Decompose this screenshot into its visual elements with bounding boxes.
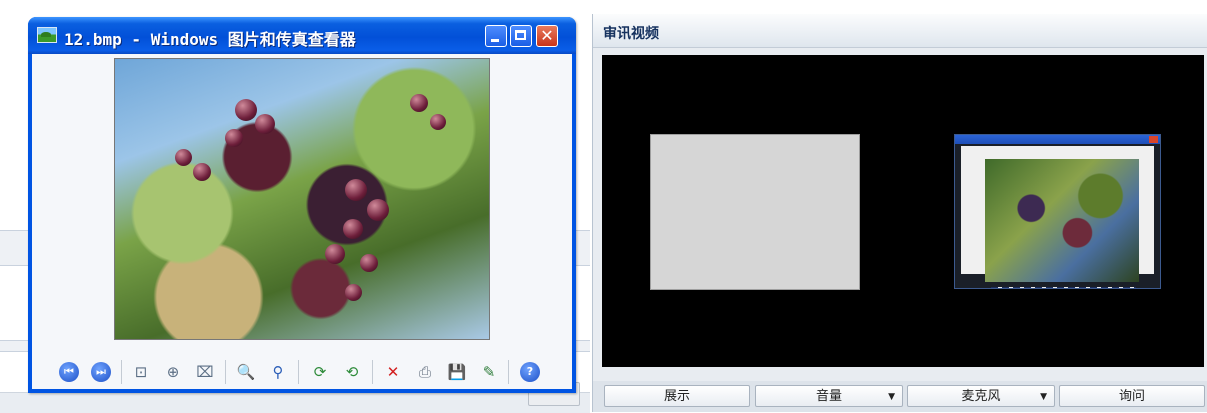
thumbnail-body [961, 146, 1154, 288]
question-button-label: 询问 [1118, 389, 1145, 404]
photo-detail [367, 199, 389, 221]
toolbar-separator [372, 360, 373, 384]
print-button[interactable]: ⎙ [415, 362, 435, 382]
display-button[interactable]: 展示 [604, 385, 750, 407]
panel-title: 审讯视频 [603, 26, 659, 42]
viewer-body: ⏮ ⏭ ⊡ ⊕ ⌧ 🔍 ⚲ ⟳ ⟲ ✕ ⎙ 💾 ✎ ? [32, 54, 572, 389]
display-button-label: 展示 [663, 389, 690, 404]
photo-detail [255, 114, 275, 134]
zoom-in-button[interactable]: 🔍 [236, 362, 256, 382]
actual-size-icon: ⊕ [166, 363, 180, 381]
panel-header: 审讯视频 [593, 14, 1207, 48]
rotate-clockwise-icon: ⟳ [313, 363, 327, 381]
zoom-in-icon: 🔍 [236, 363, 256, 381]
close-button[interactable]: ✕ [536, 25, 558, 47]
thumbnail-toolbar [991, 287, 1136, 288]
photo-detail [345, 284, 362, 301]
thumbnail-image [985, 159, 1139, 282]
previous-icon: ⏮ [64, 365, 74, 378]
window-titlebar[interactable]: 12.bmp - Windows 图片和传真查看器 ✕ [28, 17, 576, 54]
edit-icon: ✎ [482, 363, 496, 381]
viewer-toolbar: ⏮ ⏭ ⊡ ⊕ ⌧ 🔍 ⚲ ⟳ ⟲ ✕ ⎙ 💾 ✎ ? [32, 352, 572, 386]
delete-button[interactable]: ✕ [383, 362, 403, 382]
print-icon: ⎙ [418, 363, 431, 381]
photo-detail [235, 99, 257, 121]
photo-detail [175, 149, 192, 166]
next-image-button[interactable]: ⏭ [91, 362, 111, 382]
edit-button[interactable]: ✎ [479, 362, 499, 382]
photo-detail [430, 114, 446, 130]
local-video-placeholder [650, 134, 860, 290]
zoom-out-button[interactable]: ⚲ [268, 362, 288, 382]
picture-viewer-window: 12.bmp - Windows 图片和传真查看器 ✕ ⏮ ⏭ ⊡ ⊕ ⌧ 🔍 … [28, 17, 576, 393]
microphone-dropdown[interactable]: 麦克风 ▼ [907, 385, 1055, 407]
toolbar-separator [298, 360, 299, 384]
best-fit-button[interactable]: ⊡ [131, 362, 151, 382]
delete-icon: ✕ [386, 363, 400, 381]
video-area [602, 55, 1204, 367]
slideshow-icon: ⌧ [196, 363, 214, 381]
maximize-button[interactable] [510, 25, 532, 47]
toolbar-separator [225, 360, 226, 384]
best-fit-icon: ⊡ [134, 363, 148, 381]
window-title: 12.bmp - Windows 图片和传真查看器 [64, 30, 356, 49]
thumbnail-titlebar [955, 135, 1160, 144]
actual-size-button[interactable]: ⊕ [163, 362, 183, 382]
chevron-down-icon: ▼ [888, 392, 895, 402]
shared-screen-thumbnail [954, 134, 1161, 289]
close-icon: ✕ [540, 26, 554, 45]
photo-detail [410, 94, 428, 112]
close-icon [1149, 136, 1158, 143]
control-bar: 展示 音量 ▼ 麦克风 ▼ 询问 [593, 381, 1207, 412]
help-icon: ? [526, 365, 534, 378]
toolbar-separator [508, 360, 509, 384]
toolbar-separator [121, 360, 122, 384]
next-icon: ⏭ [96, 365, 106, 378]
zoom-out-icon: ⚲ [272, 363, 284, 381]
rotate-clockwise-button[interactable]: ⟳ [310, 362, 330, 382]
question-button[interactable]: 询问 [1059, 385, 1205, 407]
minimize-button[interactable] [485, 25, 507, 47]
microphone-label: 麦克风 [961, 389, 1001, 404]
photo-detail [345, 179, 367, 201]
photo-detail [325, 244, 345, 264]
slideshow-button[interactable]: ⌧ [195, 362, 215, 382]
grapes-photo [114, 58, 490, 340]
photo-detail [360, 254, 378, 272]
photo-detail [343, 219, 363, 239]
picture-viewer-icon [37, 27, 57, 43]
volume-dropdown[interactable]: 音量 ▼ [755, 385, 903, 407]
rotate-counterclockwise-button[interactable]: ⟲ [342, 362, 362, 382]
previous-image-button[interactable]: ⏮ [59, 362, 79, 382]
help-button[interactable]: ? [520, 362, 540, 382]
photo-detail [225, 129, 243, 147]
chevron-down-icon: ▼ [1040, 392, 1047, 402]
save-icon: 💾 [447, 363, 467, 381]
volume-label: 音量 [815, 389, 842, 404]
rotate-counterclockwise-icon: ⟲ [345, 363, 359, 381]
interrogation-video-panel: 审讯视频 展示 音量 ▼ 麦克风 ▼ 询问 [592, 14, 1207, 412]
save-button[interactable]: 💾 [447, 362, 467, 382]
background-form-footer [0, 392, 590, 413]
photo-detail [193, 163, 211, 181]
